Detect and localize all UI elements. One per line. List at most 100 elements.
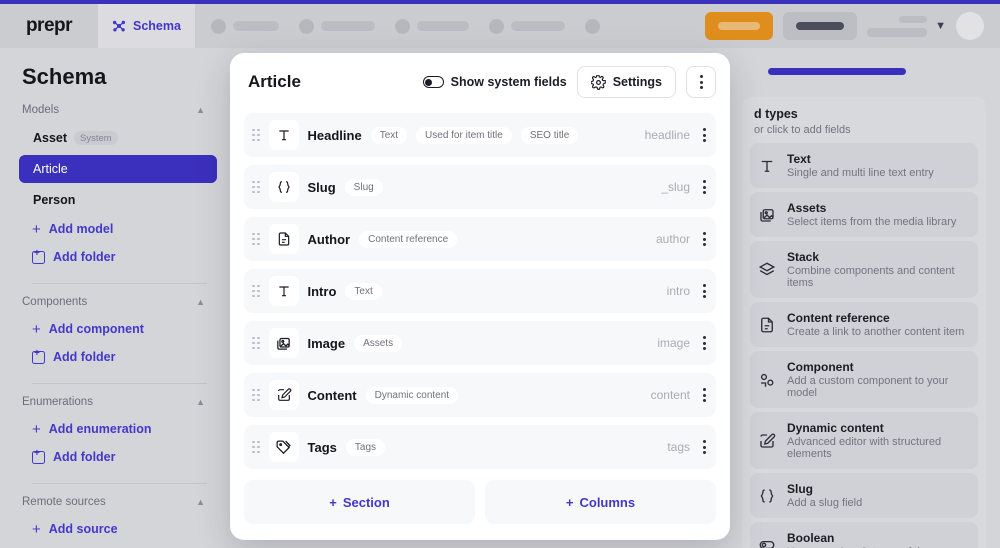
sidebar-item-person[interactable]: Person	[22, 187, 211, 213]
divider	[32, 283, 207, 284]
field-type-assets[interactable]: Assets Select items from the media libra…	[750, 192, 978, 237]
field-types-panel: d types or click to add fields Text Sing…	[720, 48, 1000, 548]
sidebar-item-label: Person	[33, 193, 76, 207]
field-type-component[interactable]: Component Add a custom component to your…	[750, 351, 978, 408]
add-folder-components-button[interactable]: Add folder	[22, 345, 211, 369]
add-source-button[interactable]: + Add source	[22, 517, 211, 541]
field-type-slug[interactable]: Slug Add a slug field	[750, 473, 978, 518]
add-enumeration-label: Add enumeration	[48, 422, 152, 436]
add-component-button[interactable]: + Add component	[22, 317, 211, 341]
more-vertical-icon[interactable]	[699, 336, 706, 350]
field-types-subtitle: or click to add fields	[754, 124, 851, 136]
field-type-name: Dynamic content	[787, 421, 884, 435]
field-type-text[interactable]: Text Single and multi line text entry	[750, 143, 978, 188]
nav-skeleton-items	[194, 4, 706, 48]
toggle-switch[interactable]	[422, 76, 444, 88]
sidebar-section-label: Models	[22, 104, 60, 116]
skeleton-dot	[210, 18, 226, 34]
field-type-content-reference[interactable]: Content reference Create a link to anoth…	[750, 302, 978, 347]
field-type-stack[interactable]: Stack Combine components and content ite…	[750, 241, 978, 298]
toggle-knob	[425, 78, 433, 86]
user-menu[interactable]: ▼	[867, 15, 946, 37]
add-model-label: Add model	[48, 222, 114, 236]
field-type-name: Assets	[787, 201, 827, 215]
field-type-pill: Text	[370, 126, 408, 144]
more-vertical-icon[interactable]	[699, 388, 706, 402]
modal-more-button[interactable]	[686, 66, 716, 98]
document-icon	[268, 224, 299, 254]
sidebar-item-article[interactable]: Article	[19, 155, 217, 183]
table-row[interactable]: Tags Tags tags	[244, 425, 716, 469]
primary-action-button[interactable]	[705, 12, 774, 40]
field-type-desc: Advanced editor with structured elements	[787, 436, 942, 460]
sidebar-section-label: Remote sources	[22, 496, 106, 508]
skeleton-dot	[394, 18, 410, 34]
field-type-name: Slug	[787, 482, 813, 496]
field-type-pill: Assets	[354, 334, 403, 352]
nav-skeleton-item[interactable]	[584, 18, 600, 34]
more-vertical-icon[interactable]	[699, 284, 706, 298]
tab-schema[interactable]: Schema	[98, 4, 195, 48]
drag-handle-icon[interactable]	[252, 388, 260, 402]
drag-handle-icon[interactable]	[252, 284, 260, 298]
add-columns-button[interactable]: + Columns	[485, 480, 716, 524]
add-model-button[interactable]: + Add model	[22, 217, 211, 241]
field-type-boolean[interactable]: Boolean Yes or no, 1 or 0, true or false	[750, 522, 978, 548]
sidebar-section-enumerations[interactable]: Enumerations ▲	[22, 396, 211, 408]
nav-skeleton-item[interactable]	[298, 18, 375, 34]
field-types-title: d types	[754, 107, 798, 121]
add-folder-label: Add folder	[53, 350, 116, 364]
sidebar-section-remote-sources[interactable]: Remote sources ▲	[22, 496, 211, 508]
chevron-up-icon: ▲	[196, 397, 205, 407]
table-row[interactable]: Intro Text intro	[244, 269, 716, 313]
more-vertical-icon[interactable]	[699, 232, 706, 246]
drag-handle-icon[interactable]	[252, 336, 260, 350]
add-folder-models-button[interactable]: Add folder	[22, 245, 211, 269]
progress-bar	[768, 68, 906, 75]
skeleton-dot	[584, 18, 600, 34]
table-row[interactable]: Slug Slug _slug	[244, 165, 716, 209]
plus-icon: +	[32, 420, 41, 438]
field-flag-pill: Used for item title	[416, 126, 512, 144]
sidebar: Schema Models ▲ Asset System Article Per…	[0, 48, 225, 548]
folder-plus-icon	[32, 248, 45, 264]
chevron-up-icon: ▲	[196, 497, 205, 507]
table-row[interactable]: Content Dynamic content content	[244, 373, 716, 417]
field-type-desc: Single and multi line text entry	[787, 167, 934, 179]
brand-logo[interactable]: prepr	[0, 4, 98, 48]
table-row[interactable]: Image Assets image	[244, 321, 716, 365]
drag-handle-icon[interactable]	[252, 180, 260, 194]
sidebar-section-components[interactable]: Components ▲	[22, 296, 211, 308]
braces-icon	[268, 172, 299, 202]
nav-skeleton-item[interactable]	[488, 18, 565, 34]
drag-handle-icon[interactable]	[252, 232, 260, 246]
add-columns-label: Columns	[579, 494, 636, 510]
more-vertical-icon[interactable]	[699, 180, 706, 194]
field-type-name: Text	[787, 152, 811, 166]
more-vertical-icon[interactable]	[699, 440, 706, 454]
plus-icon: +	[565, 494, 574, 510]
more-vertical-icon	[699, 75, 703, 89]
add-section-button[interactable]: + Section	[244, 480, 475, 524]
add-enumeration-button[interactable]: + Add enumeration	[22, 417, 211, 441]
field-api-key: _slug	[661, 180, 690, 194]
drag-handle-icon[interactable]	[252, 128, 260, 142]
settings-button[interactable]: Settings	[576, 66, 676, 98]
sidebar-item-asset[interactable]: Asset System	[22, 125, 211, 151]
secondary-action-button[interactable]	[783, 12, 858, 40]
table-row[interactable]: Headline Text Used for item title SEO ti…	[244, 113, 716, 157]
show-system-fields-toggle[interactable]: Show system fields	[422, 75, 567, 89]
more-vertical-icon[interactable]	[699, 128, 706, 142]
table-row[interactable]: Author Content reference author	[244, 217, 716, 261]
add-folder-enumerations-button[interactable]: Add folder	[22, 445, 211, 469]
field-type-dynamic-content[interactable]: Dynamic content Advanced editor with str…	[750, 412, 978, 469]
divider	[32, 483, 207, 484]
sidebar-section-models[interactable]: Models ▲	[22, 104, 211, 116]
field-types-card: d types or click to add fields Text Sing…	[742, 97, 986, 548]
plus-icon: +	[32, 520, 41, 538]
avatar[interactable]	[956, 12, 984, 40]
chevron-up-icon: ▲	[196, 105, 205, 115]
nav-skeleton-item[interactable]	[210, 18, 279, 34]
drag-handle-icon[interactable]	[252, 440, 260, 454]
nav-skeleton-item[interactable]	[394, 18, 469, 34]
